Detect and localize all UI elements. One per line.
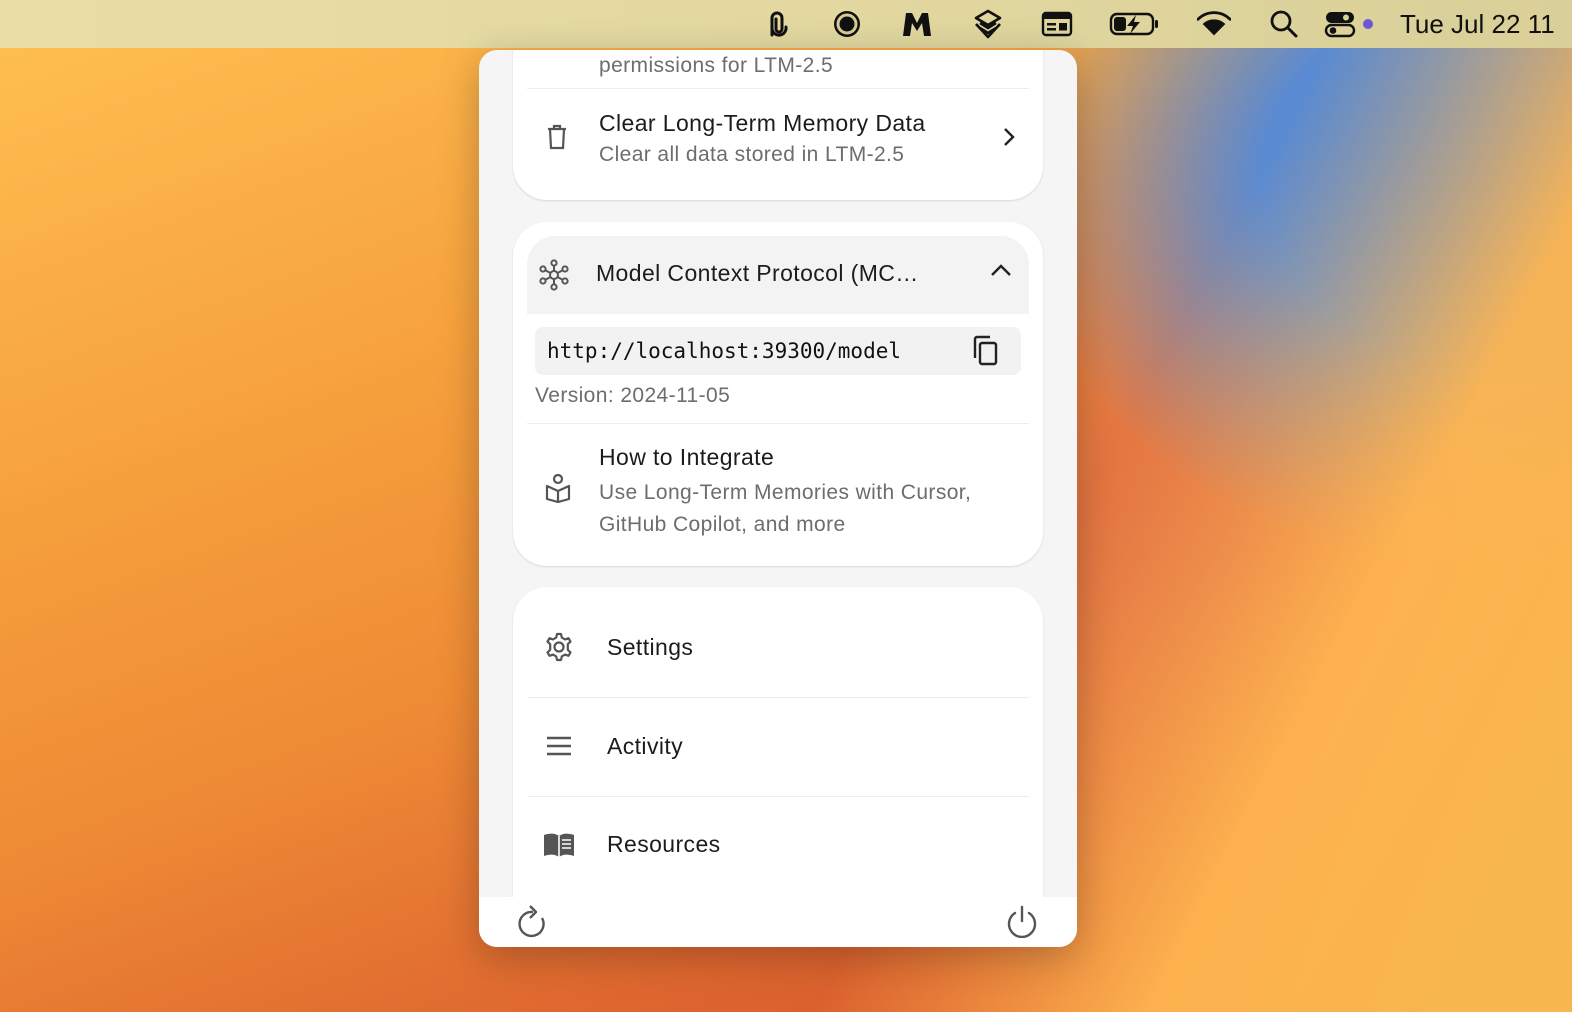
activity-item[interactable]: Activity bbox=[527, 698, 1029, 796]
activity-label: Activity bbox=[607, 733, 684, 759]
mcp-url-text[interactable]: http://localhost:39300/model bbox=[547, 327, 901, 375]
chevron-right-icon bbox=[997, 125, 1021, 149]
how-to-integrate-row[interactable]: How to Integrate Use Long-Term Memories … bbox=[527, 424, 1029, 554]
chevron-up-icon[interactable] bbox=[987, 258, 1015, 282]
clear-memory-subtitle: Clear all data stored in LTM-2.5 bbox=[599, 143, 905, 166]
trash-icon bbox=[543, 121, 571, 153]
mcp-version: Version: 2024-11-05 bbox=[535, 384, 731, 407]
search-icon[interactable] bbox=[1267, 8, 1301, 40]
layers-app-icon[interactable] bbox=[971, 8, 1005, 40]
memory-popup-panel: permissions for LTM-2.5 Clear Long-Term … bbox=[479, 50, 1077, 947]
resources-item[interactable]: Resources bbox=[527, 797, 1029, 897]
menu-card: Settings Activity Resources bbox=[513, 587, 1043, 947]
book-icon bbox=[541, 829, 577, 861]
settings-label: Settings bbox=[607, 634, 694, 660]
reading-guide-icon bbox=[543, 472, 573, 504]
wifi-icon[interactable] bbox=[1197, 8, 1231, 40]
clear-memory-row[interactable]: Clear Long-Term Memory Data Clear all da… bbox=[527, 89, 1029, 199]
integrate-subtitle: Use Long-Term Memories with Cursor, GitH… bbox=[599, 481, 972, 536]
integrate-title: How to Integrate bbox=[599, 444, 775, 470]
mcp-card: Model Context Protocol (MC… http://local… bbox=[513, 222, 1043, 566]
status-dot bbox=[1363, 19, 1373, 29]
memory-card: permissions for LTM-2.5 Clear Long-Term … bbox=[513, 50, 1043, 200]
panel-footer bbox=[479, 897, 1077, 947]
menu-lines-icon bbox=[543, 730, 575, 762]
menu-bar-clock[interactable]: Tue Jul 22 11 bbox=[1400, 8, 1555, 40]
mcp-url-field[interactable]: http://localhost:39300/model bbox=[535, 327, 1021, 375]
paperclip-app-icon[interactable] bbox=[760, 8, 794, 40]
network-hub-icon bbox=[537, 258, 571, 292]
refresh-icon[interactable] bbox=[515, 903, 551, 941]
mcp-section-header[interactable]: Model Context Protocol (MC… bbox=[527, 236, 1029, 314]
menu-bar: Tue Jul 22 11 bbox=[0, 0, 1572, 48]
copy-icon[interactable] bbox=[969, 335, 1001, 367]
control-center-icon[interactable] bbox=[1323, 8, 1357, 40]
m-app-icon[interactable] bbox=[900, 8, 934, 40]
gear-icon bbox=[543, 631, 575, 663]
battery-charging-icon[interactable] bbox=[1108, 8, 1162, 40]
power-icon[interactable] bbox=[1003, 903, 1041, 941]
resources-label: Resources bbox=[607, 831, 721, 857]
keyboard-app-icon[interactable] bbox=[1040, 8, 1074, 40]
clear-memory-title: Clear Long-Term Memory Data bbox=[599, 110, 926, 136]
circle-app-icon[interactable] bbox=[830, 8, 864, 40]
settings-item[interactable]: Settings bbox=[527, 587, 1029, 697]
permissions-subtitle: permissions for LTM-2.5 bbox=[599, 54, 834, 77]
mcp-title: Model Context Protocol (MC… bbox=[596, 260, 919, 286]
